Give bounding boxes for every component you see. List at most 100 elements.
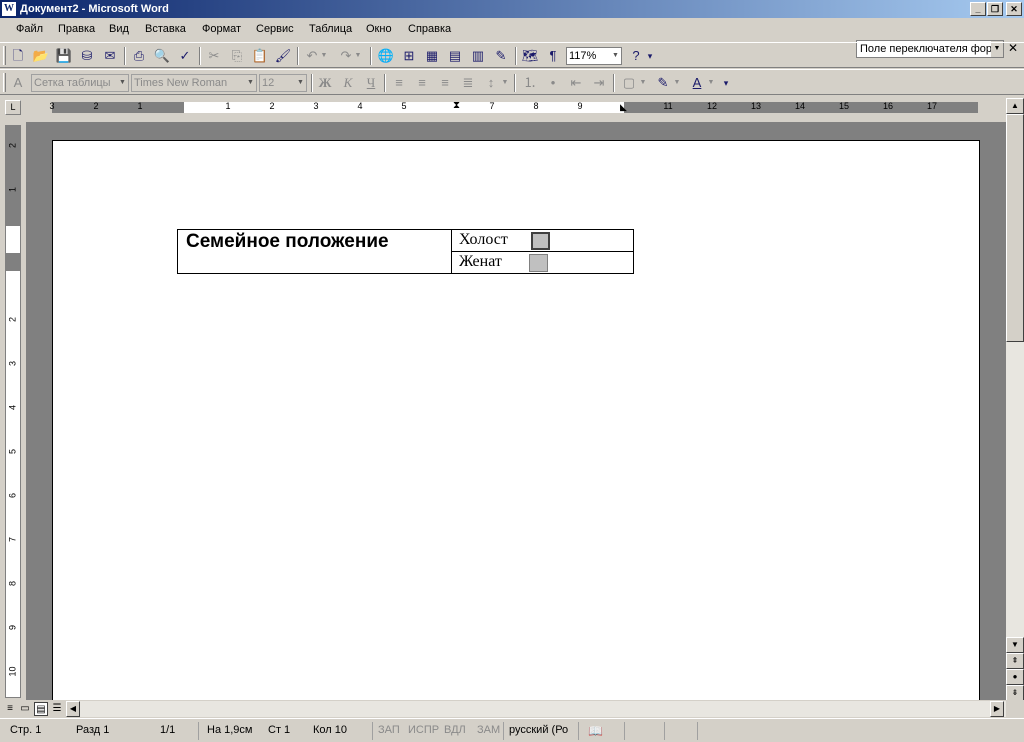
- menu-insert[interactable]: Вставка: [145, 23, 186, 35]
- decrease-indent-icon[interactable]: ⇤: [566, 73, 586, 93]
- status-overtype[interactable]: ЗАМ: [477, 724, 500, 736]
- print-preview-icon[interactable]: 🔍: [152, 46, 172, 66]
- minimize-button[interactable]: _: [970, 2, 986, 16]
- form-table[interactable]: Семейное положение Холост Женат: [177, 229, 634, 274]
- menu-file[interactable]: Файл: [16, 23, 43, 35]
- menu-tools[interactable]: Сервис: [256, 23, 294, 35]
- word-app-icon[interactable]: W: [2, 2, 16, 16]
- menu-edit[interactable]: Правка: [58, 23, 95, 35]
- font-size-dropdown-icon[interactable]: ▼: [295, 75, 306, 91]
- show-hide-icon[interactable]: ¶: [543, 46, 563, 66]
- indent-marker-icon[interactable]: ⧗: [453, 100, 460, 111]
- font-dropdown-icon[interactable]: ▼: [245, 75, 256, 91]
- vertical-ruler[interactable]: 2 1 2 3 4 5 6 7 8 9 10: [5, 125, 21, 698]
- email-icon[interactable]: ✉: [100, 46, 120, 66]
- align-left-icon[interactable]: ≡: [389, 73, 409, 93]
- toolbar-grip[interactable]: [3, 73, 6, 92]
- style-dropdown-icon[interactable]: ▼: [117, 75, 128, 91]
- bold-button[interactable]: Ж: [315, 73, 335, 93]
- underline-button[interactable]: Ч: [361, 73, 381, 93]
- option-married-cell[interactable]: Женат: [451, 251, 634, 274]
- menu-format[interactable]: Формат: [202, 23, 241, 35]
- drawing-icon[interactable]: ✎: [491, 46, 511, 66]
- next-page-icon[interactable]: ⇟: [1006, 685, 1024, 701]
- scroll-up-icon[interactable]: ▲: [1006, 98, 1024, 114]
- zoom-dropdown-icon[interactable]: ▼: [610, 48, 621, 64]
- status-track-changes[interactable]: ИСПР: [408, 724, 439, 736]
- insert-table-icon[interactable]: ▦: [422, 46, 442, 66]
- single-option-button[interactable]: [531, 232, 550, 250]
- normal-view-icon[interactable]: ≡: [3, 702, 17, 716]
- increase-indent-icon[interactable]: ⇥: [589, 73, 609, 93]
- insert-excel-icon[interactable]: ▤: [445, 46, 465, 66]
- highlight-dropdown-icon[interactable]: ▼: [671, 73, 683, 93]
- select-browse-object-icon[interactable]: ●: [1006, 669, 1024, 685]
- tables-borders-icon[interactable]: ⊞: [399, 46, 419, 66]
- format-painter-icon[interactable]: 🖌: [273, 46, 293, 66]
- scroll-down-icon[interactable]: ▼: [1006, 637, 1024, 653]
- horizontal-scrollbar[interactable]: ◀ ▶: [66, 701, 1006, 717]
- toolbar-options-icon[interactable]: ▾: [721, 73, 731, 93]
- help-icon[interactable]: ?: [626, 46, 646, 66]
- open-icon[interactable]: 📂: [31, 46, 51, 66]
- hyperlink-icon[interactable]: 🌐: [376, 46, 396, 66]
- close-button[interactable]: ✕: [1006, 2, 1022, 16]
- paste-icon[interactable]: 📋: [250, 46, 270, 66]
- numbering-icon[interactable]: ⒈: [520, 73, 540, 93]
- bullets-icon[interactable]: •: [543, 73, 563, 93]
- outline-view-icon[interactable]: ☰: [50, 702, 64, 716]
- spelling-icon[interactable]: ✓: [175, 46, 195, 66]
- marital-status-label[interactable]: Семейное положение: [177, 229, 452, 274]
- font-combo[interactable]: Times New Roman ▼: [131, 74, 257, 92]
- line-spacing-icon[interactable]: ↕: [481, 73, 501, 93]
- copy-icon[interactable]: ⎘: [227, 46, 247, 66]
- menu-help[interactable]: Справка: [408, 23, 451, 35]
- font-size-combo[interactable]: 12 ▼: [259, 74, 307, 92]
- horizontal-ruler[interactable]: L 3 2 1 1 2 3 4 5 7 8 9 11 12 13 14 15 1…: [0, 98, 1024, 118]
- highlight-icon[interactable]: ✎: [653, 73, 673, 93]
- column-marker-icon[interactable]: ◣: [620, 102, 627, 113]
- document-area[interactable]: Семейное положение Холост Женат: [26, 122, 1006, 700]
- toolbar-grip[interactable]: [3, 46, 6, 65]
- new-document-icon[interactable]: 🗋: [8, 46, 28, 66]
- styles-icon[interactable]: A: [8, 73, 28, 93]
- line-spacing-dropdown-icon[interactable]: ▼: [499, 73, 511, 93]
- scroll-left-icon[interactable]: ◀: [66, 701, 80, 717]
- style-combo[interactable]: Сетка таблицы ▼: [31, 74, 129, 92]
- document-map-icon[interactable]: 🗺: [520, 46, 540, 66]
- borders-dropdown-icon[interactable]: ▼: [637, 73, 649, 93]
- married-option-button[interactable]: [529, 254, 548, 272]
- status-record[interactable]: ЗАП: [378, 724, 400, 736]
- save-icon[interactable]: 💾: [54, 46, 74, 66]
- scroll-right-icon[interactable]: ▶: [990, 701, 1004, 717]
- italic-button[interactable]: К: [338, 73, 358, 93]
- menu-window[interactable]: Окно: [366, 23, 392, 35]
- tab-selector[interactable]: L: [5, 100, 21, 115]
- previous-page-icon[interactable]: ⇞: [1006, 653, 1024, 669]
- scroll-thumb[interactable]: [1006, 114, 1024, 342]
- toolbar-options-icon[interactable]: ▾: [645, 46, 655, 66]
- option-single-cell[interactable]: Холост: [451, 229, 634, 252]
- vertical-scrollbar[interactable]: ▲ ▼ ⇞ ● ⇟: [1006, 98, 1024, 701]
- menu-table[interactable]: Таблица: [309, 23, 352, 35]
- permission-icon[interactable]: ⛁: [77, 46, 97, 66]
- print-layout-icon[interactable]: ▤: [34, 702, 48, 716]
- restore-button[interactable]: ❐: [987, 2, 1003, 16]
- align-right-icon[interactable]: ≡: [435, 73, 455, 93]
- borders-icon[interactable]: ▢: [619, 73, 639, 93]
- menu-view[interactable]: Вид: [109, 23, 129, 35]
- columns-icon[interactable]: ▥: [468, 46, 488, 66]
- font-color-icon[interactable]: A: [687, 73, 707, 93]
- align-center-icon[interactable]: ≡: [412, 73, 432, 93]
- spelling-status-icon[interactable]: 📖: [588, 724, 603, 738]
- redo-dropdown-icon[interactable]: ▼: [352, 46, 364, 66]
- font-color-dropdown-icon[interactable]: ▼: [705, 73, 717, 93]
- zoom-combo[interactable]: 117% ▼: [566, 47, 622, 65]
- cut-icon[interactable]: ✂: [204, 46, 224, 66]
- status-extend[interactable]: ВДЛ: [444, 724, 466, 736]
- undo-dropdown-icon[interactable]: ▼: [318, 46, 330, 66]
- print-icon[interactable]: ⎙: [129, 46, 149, 66]
- document-page[interactable]: Семейное положение Холост Женат: [52, 140, 980, 700]
- web-layout-icon[interactable]: ▭: [18, 702, 32, 716]
- justify-icon[interactable]: ≣: [458, 73, 478, 93]
